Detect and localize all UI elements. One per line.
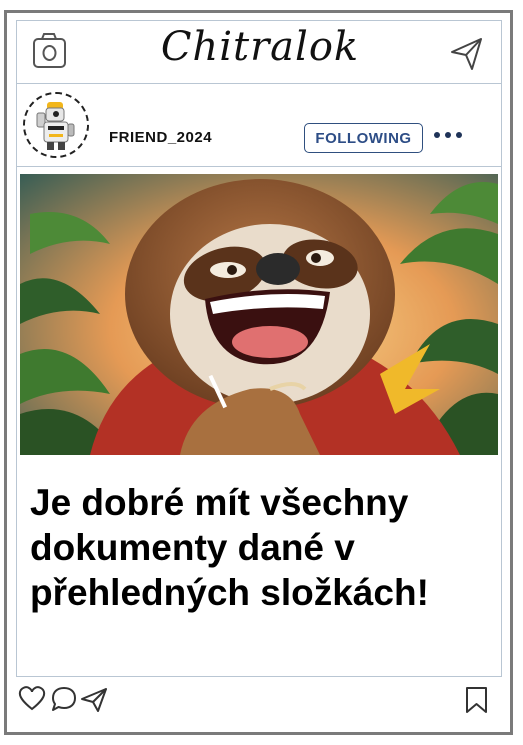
- dot: [456, 132, 462, 138]
- footer-divider: [16, 676, 502, 677]
- username[interactable]: FRIEND_2024: [109, 129, 212, 146]
- comment-icon[interactable]: [50, 685, 78, 718]
- header-divider: [16, 83, 502, 84]
- sloth-image: [20, 174, 498, 455]
- bookmark-icon[interactable]: [464, 686, 490, 719]
- heart-icon[interactable]: [18, 685, 46, 716]
- dot: [445, 132, 451, 138]
- camera-icon[interactable]: [32, 32, 68, 75]
- dot: [434, 132, 440, 138]
- more-dots-icon[interactable]: [434, 132, 462, 138]
- following-button[interactable]: FOLLOWING: [304, 123, 423, 153]
- avatar[interactable]: [23, 92, 89, 158]
- robot-avatar-image: [25, 94, 87, 156]
- post-image[interactable]: [20, 174, 498, 455]
- paper-plane-icon[interactable]: [80, 687, 108, 718]
- profile-divider: [16, 166, 502, 167]
- app-title: Chitralok: [160, 24, 360, 70]
- send-icon[interactable]: [450, 36, 484, 77]
- post-caption: Je dobré mít všechny dokumenty dané v př…: [30, 482, 429, 613]
